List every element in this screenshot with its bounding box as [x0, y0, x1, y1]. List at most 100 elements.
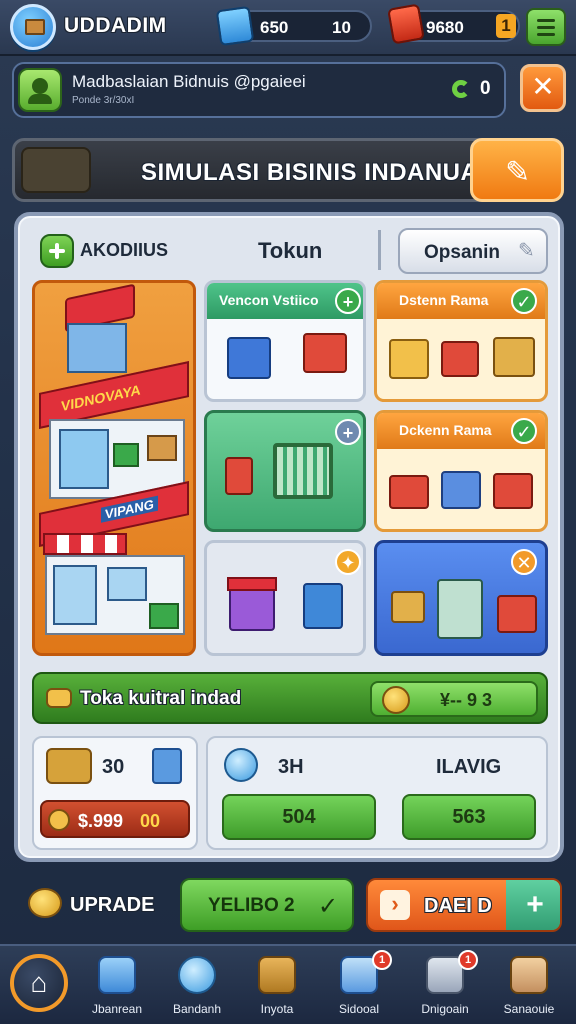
gift-stat-pill[interactable]: 9680 1: [387, 3, 520, 45]
nav-item-dnigoain[interactable]: 1 Dnigoain: [404, 946, 486, 1024]
cash-stat-pill[interactable]: 650 10: [215, 5, 372, 47]
nav-item-jbanrean[interactable]: Jbanrean: [76, 946, 158, 1024]
app-title: UDDADIM: [64, 14, 167, 37]
item-card-vendor[interactable]: Vencon Vstiico +: [204, 280, 366, 402]
plant-icon: [225, 457, 253, 495]
bottom-nav: ⌂ Jbanrean Bandanh Inyota 1 Sidooal 1 Dn…: [0, 944, 576, 1024]
deal-button[interactable]: › DAEI D +: [366, 878, 562, 932]
box-icon: [147, 435, 177, 461]
cash-count: 30: [102, 756, 125, 778]
crate-icon: [389, 475, 429, 509]
manager-icon: [510, 956, 548, 994]
notification-title: Madbaslaian Bidnuis @pgaieei: [72, 72, 306, 91]
card-header: Dckenn Rama ✓: [377, 413, 545, 449]
left-label: AKODIIUS: [80, 240, 169, 260]
cart-icon: [497, 595, 537, 633]
hand-coin-icon: [46, 688, 72, 708]
store-building[interactable]: VIDNOVAYA VIPANG: [32, 280, 196, 656]
card-title: Dckenn Rama: [399, 422, 492, 438]
close-button[interactable]: ✕: [520, 64, 566, 112]
desk-icon: [389, 339, 429, 379]
item-card-store[interactable]: Dstenn Rama ✓: [374, 280, 548, 402]
menu-icon: [537, 19, 555, 22]
store-door: [53, 565, 97, 625]
close-icon: ✕: [531, 71, 555, 102]
nav-label: Bandanh: [172, 1002, 222, 1016]
coin-stack-icon: [48, 809, 70, 831]
store-window: [59, 429, 109, 489]
store-display: [107, 567, 147, 601]
gift-value: 9680: [426, 18, 464, 37]
goal-value: ¥-- 9 3: [440, 690, 493, 710]
cash-value: 650: [260, 18, 289, 37]
person-head: [32, 78, 48, 94]
stat-card: 3H ILAVIG 504 563: [206, 736, 548, 850]
banner-title: SIMULASI BISINIS INDANUA: [141, 159, 479, 186]
box-icon: [391, 591, 425, 623]
upgrade-button[interactable]: YELIBO 2 ✓: [180, 878, 354, 932]
cart-icon: [303, 333, 347, 373]
upgrade-label: UPRADE: [70, 894, 155, 916]
option-label: Opsanin: [424, 242, 501, 263]
crate-icon: [258, 956, 296, 994]
plus-badge-icon[interactable]: +: [335, 419, 361, 445]
hammer-icon: ✎: [505, 156, 531, 189]
coins-icon: [28, 888, 62, 918]
goal-bar[interactable]: Toka kuitral indad ¥-- 9 3: [32, 672, 548, 724]
cash-amount-pill[interactable]: $.999 00: [40, 800, 190, 838]
store-sign-bottom-text: VIPANG: [101, 495, 158, 523]
refresh-icon: [450, 78, 472, 100]
store-top-window: [67, 323, 127, 373]
tool-badge-icon[interactable]: ✕: [511, 549, 537, 575]
gift-level: 1: [496, 14, 516, 38]
plus-v: [55, 243, 59, 259]
thumb-icon: ✓: [318, 893, 339, 920]
item-card-cart[interactable]: +: [204, 410, 366, 532]
nav-item-sidooal[interactable]: 1 Sidooal: [318, 946, 400, 1024]
menu-button[interactable]: [526, 8, 566, 46]
stat-button-2[interactable]: 563: [402, 794, 536, 840]
person-body: [28, 94, 52, 104]
cash-card: 30 $.999 00: [32, 736, 198, 850]
home-icon[interactable]: ⌂: [10, 954, 68, 1012]
action-row: UPRADE YELIBO 2 ✓ › DAEI D +: [0, 870, 576, 940]
notification-bar[interactable]: Madbaslaian Bidnuis @pgaieei Ponde 3r/30…: [12, 62, 506, 118]
box-icon: [303, 583, 343, 629]
banner-action-button[interactable]: ✎: [470, 138, 564, 202]
plus-badge-icon[interactable]: +: [335, 288, 361, 314]
card-title: Vencon Vstiico: [219, 292, 319, 308]
item-card-shelf-unit[interactable]: ✕: [374, 540, 548, 656]
main-panel: AKODIIUS Tokun Opsanin ✎ VIDNOVAYA VIPAN…: [14, 212, 564, 862]
box-icon: [493, 337, 535, 377]
star-badge-icon[interactable]: ✦: [335, 549, 361, 575]
logo-badge[interactable]: [10, 4, 56, 50]
check-icon: ✓: [511, 288, 537, 314]
top-bar: UDDADIM 650 10 9680 1: [0, 0, 576, 56]
notification-count: 0: [480, 78, 491, 99]
notification-subtitle: Ponde 3r/30xI: [72, 95, 135, 106]
crate-icon: [441, 341, 479, 377]
chart-icon: [178, 956, 216, 994]
card-title: Dstenn Rama: [399, 292, 489, 308]
cash-stack-icon: [215, 5, 255, 47]
nav-label: Jbanrean: [91, 1002, 143, 1016]
store-ground-floor: [45, 555, 185, 635]
stat-left-value: 3H: [278, 756, 304, 778]
kiosk-icon: [227, 577, 277, 631]
coin-icon: [382, 686, 410, 714]
cash-level: 10: [332, 18, 351, 37]
nav-item-bandanh[interactable]: Bandanh: [156, 946, 238, 1024]
check-icon: ✓: [511, 418, 537, 444]
item-card-shelf[interactable]: Dckenn Rama ✓: [374, 410, 548, 532]
item-card-kiosk[interactable]: ✦: [204, 540, 366, 656]
add-icon[interactable]: +: [506, 880, 560, 930]
stat-button-1[interactable]: 504: [222, 794, 376, 840]
machine-icon: [441, 471, 481, 509]
nav-item-inyota[interactable]: Inyota: [236, 946, 318, 1024]
store-icon: [98, 956, 136, 994]
nav-item-sanaouie[interactable]: Sanaouie: [488, 946, 570, 1024]
option-button[interactable]: Opsanin ✎: [398, 228, 548, 274]
store-sign-top-text: VIDNOVAYA: [61, 381, 141, 415]
plus-icon[interactable]: [40, 234, 74, 268]
play-icon: ›: [380, 890, 410, 920]
